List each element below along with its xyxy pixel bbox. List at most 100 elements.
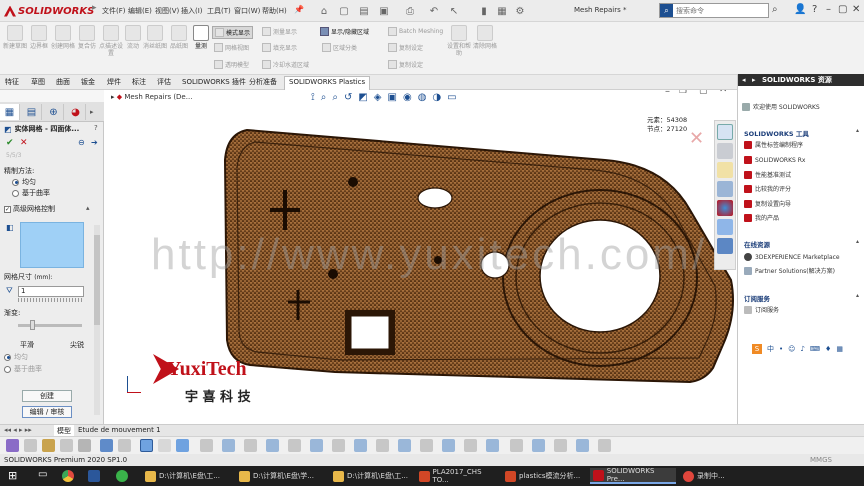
search-icon[interactable]: ⌕ bbox=[772, 4, 778, 15]
taskbar-app-1[interactable]: D:\计算机\E盘\工... bbox=[142, 468, 234, 484]
file-explorer-icon[interactable] bbox=[717, 162, 733, 178]
pin-icon[interactable]: 📌 bbox=[294, 5, 304, 14]
filter-10-icon[interactable] bbox=[222, 439, 235, 452]
welcome-link[interactable]: 欢迎使用 SOLIDWORKS bbox=[742, 102, 820, 111]
filter-23-icon[interactable] bbox=[510, 439, 523, 452]
menu-tools[interactable]: 工具(T) bbox=[207, 6, 231, 16]
results-button[interactable]: 消丝纸图 bbox=[142, 25, 168, 70]
settings-help-button[interactable]: 设置和帮助 bbox=[446, 25, 472, 70]
appearances-icon[interactable] bbox=[717, 200, 733, 216]
measure-display-toggle[interactable]: 测量显示 bbox=[262, 27, 297, 36]
ime-voice-icon[interactable]: ♪ bbox=[800, 345, 804, 353]
view-palette-icon[interactable] bbox=[717, 181, 733, 197]
filter-24-icon[interactable] bbox=[532, 439, 545, 452]
filter-faces-icon[interactable] bbox=[140, 439, 153, 452]
filter-7-icon[interactable] bbox=[158, 439, 171, 452]
app-icon-2[interactable] bbox=[88, 470, 100, 482]
select-filter-icon[interactable] bbox=[6, 439, 19, 452]
batch-meshing-button[interactable]: Batch Meshing bbox=[388, 27, 443, 36]
filter-25-icon[interactable] bbox=[554, 439, 567, 452]
feature-tree-tab-icon[interactable]: ▦ bbox=[0, 104, 20, 120]
minimize-icon[interactable]: – bbox=[826, 4, 831, 15]
filter-27-icon[interactable] bbox=[598, 439, 611, 452]
home-icon[interactable]: ⌂ bbox=[316, 3, 332, 19]
tab-surface[interactable]: 曲面 bbox=[55, 77, 71, 87]
next-icon[interactable]: ➔ bbox=[91, 138, 98, 147]
tool-item-4[interactable]: 比较我的评分 bbox=[744, 184, 791, 193]
face-selection-list[interactable] bbox=[20, 222, 84, 268]
maximize-icon[interactable]: ▢ bbox=[838, 4, 847, 15]
tab-addins[interactable]: SOLIDWORKS 插件 bbox=[181, 77, 247, 87]
filter-19-icon[interactable] bbox=[420, 439, 433, 452]
print-icon[interactable]: ⎙ bbox=[402, 3, 418, 19]
tab-annotation[interactable]: 标注 bbox=[131, 77, 147, 87]
menu-insert[interactable]: 插入(I) bbox=[181, 6, 203, 16]
menu-view[interactable]: 视图(V) bbox=[155, 6, 179, 16]
measure-button[interactable]: 量测 bbox=[188, 25, 214, 70]
fill-display-toggle[interactable]: 填充显示 bbox=[262, 43, 297, 52]
subscribe-item[interactable]: 订阅服务 bbox=[744, 305, 779, 314]
curvature-radio[interactable]: 基于曲率 bbox=[12, 188, 50, 198]
filter-18-icon[interactable] bbox=[398, 439, 411, 452]
filter-4-icon[interactable] bbox=[78, 439, 91, 452]
filter-12-icon[interactable] bbox=[266, 439, 279, 452]
ok-check-icon[interactable]: ✔ bbox=[6, 138, 14, 148]
filter-13-icon[interactable] bbox=[288, 439, 301, 452]
menu-help[interactable]: 帮助(H) bbox=[262, 6, 287, 16]
cooling-channel-toggle[interactable]: 冷却水道区域 bbox=[262, 60, 309, 69]
tool-item-3[interactable]: 性能基准测试 bbox=[744, 170, 791, 179]
filter-22-icon[interactable] bbox=[486, 439, 499, 452]
filter-11-icon[interactable] bbox=[244, 439, 257, 452]
save-icon[interactable]: ▣ bbox=[376, 3, 392, 19]
bounding-box-button[interactable]: 边界框 bbox=[26, 25, 52, 70]
online-collapse-icon[interactable]: ▴ bbox=[856, 238, 859, 245]
menu-edit[interactable]: 编辑(E) bbox=[128, 6, 152, 16]
copy-settings-button-2[interactable]: 复制设定 bbox=[388, 60, 423, 69]
tool-item-5[interactable]: 复制设置向导 bbox=[744, 199, 791, 208]
tool-item-1[interactable]: 属性标签编制程序 bbox=[744, 140, 803, 149]
tab-weldments[interactable]: 焊件 bbox=[106, 77, 122, 87]
task-view-icon[interactable]: ▭ bbox=[38, 469, 47, 480]
ime-keyboard-icon[interactable]: ⌨ bbox=[810, 345, 820, 353]
options-gear-icon[interactable]: ⚙ bbox=[512, 3, 528, 19]
tab-nav-arrows-icon[interactable]: ◂◂ ◂ ▸ ▸▸ bbox=[4, 426, 32, 434]
ime-logo-icon[interactable]: S bbox=[752, 344, 762, 354]
taskbar-app-4[interactable]: PLA2017_CHS TO... bbox=[416, 468, 500, 484]
uniform-radio-2[interactable]: 均匀 bbox=[4, 352, 28, 362]
help-icon[interactable]: ? bbox=[812, 4, 817, 15]
ime-grid-icon[interactable]: ▦ bbox=[836, 345, 843, 353]
scrollbar-thumb[interactable] bbox=[94, 235, 100, 325]
close-icon[interactable]: ✕ bbox=[852, 4, 860, 15]
curvature-radio-2[interactable]: 基于曲率 bbox=[4, 364, 42, 374]
filter-1-icon[interactable] bbox=[24, 439, 37, 452]
filter-21-icon[interactable] bbox=[464, 439, 477, 452]
file-props-icon[interactable]: ▦ bbox=[494, 3, 510, 19]
undo-icon[interactable]: ↶ bbox=[426, 3, 442, 19]
wechat-icon[interactable] bbox=[116, 470, 128, 482]
panel-scrollbar[interactable] bbox=[94, 225, 100, 415]
ime-shirt-icon[interactable]: ♦ bbox=[825, 345, 831, 353]
tools-collapse-icon[interactable]: ▴ bbox=[856, 127, 859, 134]
taskbar-app-3[interactable]: D:\计算机\E盘\工... bbox=[330, 468, 414, 484]
taskbar-app-5[interactable]: plastics模流分析... bbox=[502, 468, 588, 484]
user-icon[interactable]: 👤 bbox=[794, 4, 806, 15]
windows-start-icon[interactable]: ⊞ bbox=[8, 469, 17, 482]
tab-features[interactable]: 特征 bbox=[4, 77, 20, 87]
menu-file[interactable]: 文件(F) bbox=[102, 6, 126, 16]
advanced-mesh-checkbox[interactable]: ✓ 高级网格控制 bbox=[4, 204, 55, 214]
home-tab-icon[interactable] bbox=[717, 124, 733, 140]
new-icon[interactable]: ▢ bbox=[336, 3, 352, 19]
composite-sim-button[interactable]: 复合仿 bbox=[74, 25, 100, 70]
clear-mesh-button[interactable]: 清除网格 bbox=[472, 25, 498, 70]
mesh-view-toggle[interactable]: 网格视图 bbox=[214, 43, 249, 52]
appearance-tab-icon[interactable]: ◕ bbox=[66, 104, 86, 120]
filter-6-icon[interactable] bbox=[118, 439, 131, 452]
tab-sheetmetal[interactable]: 钣金 bbox=[80, 77, 96, 87]
gradient-slider-thumb[interactable] bbox=[30, 320, 35, 330]
filter-8-icon[interactable] bbox=[176, 439, 189, 452]
copy-settings-button[interactable]: 复制设定 bbox=[388, 43, 423, 52]
edit-review-button[interactable]: 编辑 / 审核 bbox=[22, 406, 72, 418]
tab-analysis-prep[interactable]: 分析准备 bbox=[248, 77, 278, 87]
ime-emoji-icon[interactable]: ☺ bbox=[788, 345, 795, 353]
filter-3-icon[interactable] bbox=[60, 439, 73, 452]
